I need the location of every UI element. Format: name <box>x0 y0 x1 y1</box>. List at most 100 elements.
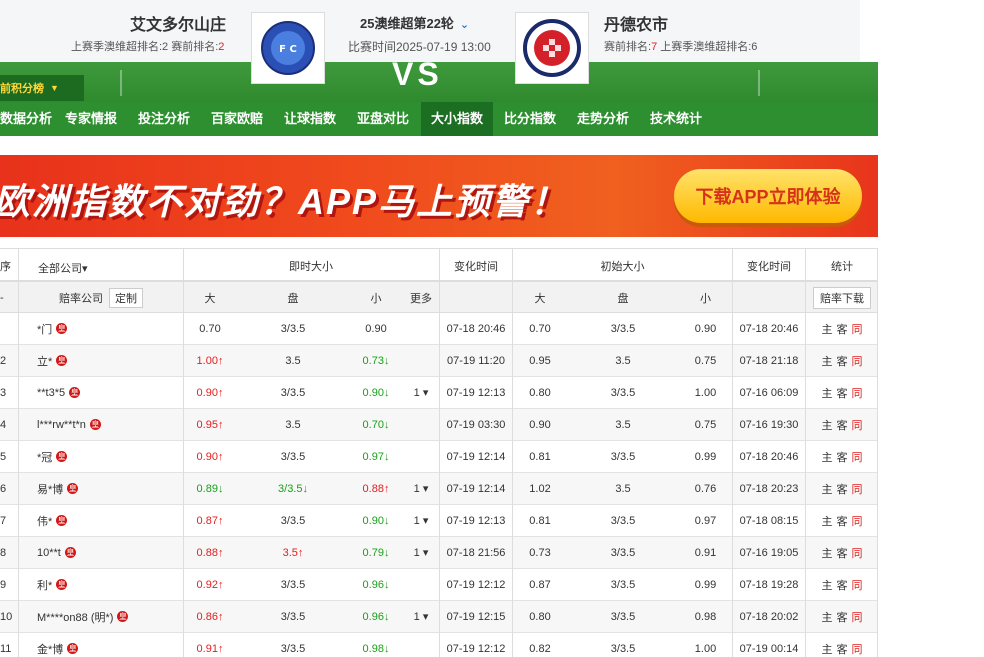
nav-trend-analysis[interactable]: 走势分析 <box>577 102 629 136</box>
away-stat-link[interactable]: 客 <box>837 385 848 401</box>
same-stat-link[interactable]: 同 <box>852 417 863 433</box>
away-team-name[interactable]: 丹德农市 <box>604 11 668 35</box>
same-stat-link[interactable]: 同 <box>852 385 863 401</box>
nav-handicap-index[interactable]: 让球指数 <box>284 102 336 136</box>
more-dropdown[interactable]: 1 ▾ <box>403 601 439 632</box>
live-over-text: 0.87↑ <box>196 514 224 527</box>
odds-download-button[interactable]: 赔率下载 <box>813 286 871 309</box>
away-stat-link[interactable]: 客 <box>837 577 848 593</box>
away-stat-link[interactable]: 客 <box>837 481 848 497</box>
live-over: 0.86↑ <box>183 601 237 632</box>
same-stat-link[interactable]: 同 <box>852 481 863 497</box>
init-over: 0.87 <box>513 569 567 600</box>
init-line: 3/3.5 <box>567 601 679 632</box>
init-over-text: 0.95 <box>529 354 551 367</box>
company-name: 利* 皇 <box>37 569 183 600</box>
away-stat-link[interactable]: 客 <box>837 353 848 369</box>
live-line: 3/3.5 <box>237 377 349 408</box>
home-team-name[interactable]: 艾文多尔山庄 <box>130 11 226 35</box>
home-stat-link[interactable]: 主 <box>822 609 833 625</box>
row-index: 3 <box>0 377 18 408</box>
init-under-text: 0.97 <box>694 514 717 527</box>
same-stat-link[interactable]: 同 <box>852 609 863 625</box>
nav-score-index[interactable]: 比分指数 <box>504 102 556 136</box>
league-round-selector[interactable]: 25澳维超第22轮 ⌄ <box>360 13 469 32</box>
init-change-time: 07-18 20:23 <box>733 473 805 504</box>
home-stat-link[interactable]: 主 <box>822 385 833 401</box>
away-stat-link[interactable]: 客 <box>837 609 848 625</box>
nav-over-under-index[interactable]: 大小指数 <box>421 102 494 136</box>
company-filter-dropdown[interactable]: 全部公司▾ <box>38 251 88 284</box>
away-stat-link[interactable]: 客 <box>837 417 848 433</box>
home-stat-link[interactable]: 主 <box>822 577 833 593</box>
customize-button[interactable]: 定制 <box>109 287 143 308</box>
stats-links: 主客同 <box>806 345 878 376</box>
init-under: 0.98 <box>679 601 732 632</box>
home-rank-value: 2 <box>218 41 225 53</box>
company-name-text: *门 <box>37 323 53 336</box>
more-dropdown[interactable]: 1 ▾ <box>403 505 439 536</box>
more-dropdown[interactable]: 1 ▾ <box>403 377 439 408</box>
home-stat-link[interactable]: 主 <box>822 513 833 529</box>
nav-euro-odds[interactable]: 百家欧赔 <box>211 102 263 136</box>
home-stat-link[interactable]: 主 <box>822 641 833 657</box>
more-dropdown[interactable]: 1 ▾ <box>403 473 439 504</box>
same-stat-link[interactable]: 同 <box>852 513 863 529</box>
live-line-text: 3/3.5 <box>280 386 306 399</box>
same-stat-link[interactable]: 同 <box>852 321 863 337</box>
same-stat-link[interactable]: 同 <box>852 545 863 561</box>
promo-banner[interactable]: 欧洲指数不对劲？APP马上预警！ 下载APP立即体验 <box>0 155 878 237</box>
grid-line <box>183 248 184 657</box>
home-stat-link[interactable]: 主 <box>822 545 833 561</box>
init-over-text: 0.73 <box>529 546 551 559</box>
live-under-text: 0.88↑ <box>362 482 390 495</box>
home-stat-link[interactable]: 主 <box>822 353 833 369</box>
nav-asian-compare[interactable]: 亚盘对比 <box>357 102 409 136</box>
same-stat-link[interactable]: 同 <box>852 641 863 657</box>
row-index: 5 <box>0 441 18 472</box>
company-name-text: 易*博 <box>37 483 64 496</box>
init-over-text: 0.70 <box>529 322 551 335</box>
init-under: 0.76 <box>679 473 732 504</box>
init-line: 3/3.5 <box>567 537 679 568</box>
download-app-button[interactable]: 下载APP立即体验 <box>674 169 862 223</box>
crown-icon: 皇 <box>117 611 129 622</box>
live-under-text: 0.96↓ <box>362 578 390 591</box>
nav-tech-stats[interactable]: 技术统计 <box>650 102 702 136</box>
nav-data-analysis[interactable]: 数据分析 <box>0 102 56 136</box>
home-stat-link[interactable]: 主 <box>822 417 833 433</box>
home-stat-link[interactable]: 主 <box>822 321 833 337</box>
nav-expert-intel[interactable]: 专家情报 <box>65 102 117 136</box>
same-stat-link[interactable]: 同 <box>852 577 863 593</box>
home-team-logo[interactable]: F C <box>251 12 325 84</box>
init-over: 0.95 <box>513 345 567 376</box>
stats-links: 主客同 <box>806 569 878 600</box>
away-stat-link[interactable]: 客 <box>837 321 848 337</box>
away-stat-link[interactable]: 客 <box>837 513 848 529</box>
init-line: 3/3.5 <box>567 313 679 344</box>
away-stat-link[interactable]: 客 <box>837 449 848 465</box>
home-stat-link[interactable]: 主 <box>822 481 833 497</box>
live-over: 0.91↑ <box>183 633 237 657</box>
home-stat-link[interactable]: 主 <box>822 449 833 465</box>
standings-dropdown[interactable]: 前积分榜 ▼ <box>0 75 84 101</box>
live-under-text: 0.79↓ <box>362 546 390 559</box>
live-over-text: 0.90↑ <box>196 450 224 463</box>
change-time-text: 07-19 03:30 <box>446 418 506 431</box>
away-stat-link[interactable]: 客 <box>837 545 848 561</box>
init-change-time: 07-16 06:09 <box>733 377 805 408</box>
same-stat-link[interactable]: 同 <box>852 449 863 465</box>
away-stat-link[interactable]: 客 <box>837 641 848 657</box>
grid-line <box>18 248 19 657</box>
nav-bet-analysis[interactable]: 投注分析 <box>138 102 190 136</box>
away-team-logo[interactable] <box>515 12 589 84</box>
row-index-text: 4 <box>0 418 7 431</box>
same-stat-link[interactable]: 同 <box>852 353 863 369</box>
row-index-text: 3 <box>0 386 7 399</box>
away-rank-text: 赛前排名: <box>604 41 652 53</box>
more-dropdown[interactable]: 1 ▾ <box>403 537 439 568</box>
init-over-text: 0.80 <box>529 610 551 623</box>
live-under: 0.88↑ <box>349 473 403 504</box>
more-dropdown <box>403 441 439 472</box>
caret-down-icon: ▼ <box>50 83 59 93</box>
